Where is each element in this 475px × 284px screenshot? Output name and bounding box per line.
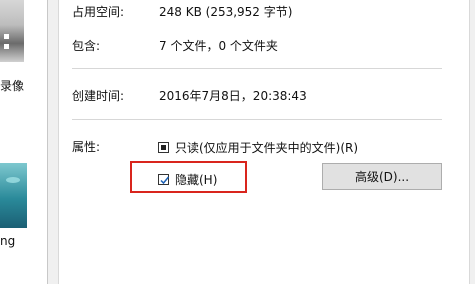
thumbnail-detail bbox=[6, 177, 20, 183]
separator bbox=[72, 68, 442, 69]
desktop-thumbnail[interactable] bbox=[0, 163, 27, 228]
separator bbox=[72, 119, 442, 120]
desktop-icon-label[interactable]: ng bbox=[0, 234, 15, 248]
advanced-button[interactable]: 高级(D)... bbox=[322, 163, 442, 190]
desktop-thumbnail[interactable] bbox=[0, 0, 24, 62]
contains-label: 包含: bbox=[72, 39, 101, 53]
highlight-annotation-box bbox=[130, 161, 247, 193]
created-label: 创建时间: bbox=[72, 89, 125, 103]
contains-value: 7 个文件，0 个文件夹 bbox=[159, 39, 278, 53]
created-value: 2016年7月8日，20:38:43 bbox=[159, 89, 307, 103]
desktop-icon-label[interactable]: 录像 bbox=[0, 77, 24, 94]
size-on-disk-value: 248 KB (253,952 字节) bbox=[159, 5, 293, 19]
thumbnail-detail bbox=[4, 34, 9, 39]
readonly-checkbox-label[interactable]: 只读(仅应用于文件夹中的文件)(R) bbox=[175, 139, 358, 156]
attributes-label: 属性: bbox=[72, 140, 101, 154]
thumbnail-detail bbox=[4, 44, 9, 49]
readonly-checkbox[interactable] bbox=[158, 142, 169, 153]
desktop-background: 录像 ng bbox=[0, 0, 50, 284]
size-on-disk-label: 占用空间: bbox=[72, 5, 125, 19]
readonly-checkbox-row[interactable]: 只读(仅应用于文件夹中的文件)(R) bbox=[158, 139, 358, 156]
